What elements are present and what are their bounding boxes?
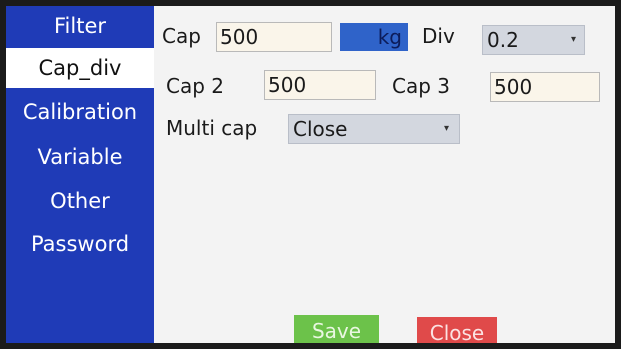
multi-cap-select-value: Close xyxy=(293,117,348,141)
close-button[interactable]: Close xyxy=(417,317,497,343)
sidebar-item-cap-div[interactable]: Cap_div xyxy=(6,48,154,88)
cap2-label: Cap 2 xyxy=(166,74,224,98)
chevron-down-icon: ▾ xyxy=(570,34,576,45)
sidebar-item-other[interactable]: Other xyxy=(6,181,154,221)
div-label: Div xyxy=(422,24,455,48)
save-button[interactable]: Save xyxy=(294,315,379,343)
sidebar-item-calibration[interactable]: Calibration xyxy=(6,92,154,132)
cap-unit-button[interactable]: kg xyxy=(340,23,408,51)
multi-cap-label: Multi cap xyxy=(166,116,258,140)
sidebar-item-variable[interactable]: Variable xyxy=(6,137,154,177)
div-select-value: 0.2 xyxy=(487,28,519,52)
hmi-screen: Filter Cap_div Calibration Variable Othe… xyxy=(6,6,615,343)
cap3-input[interactable]: 500 xyxy=(490,72,600,102)
sidebar-item-filter[interactable]: Filter xyxy=(6,6,154,46)
cap3-label: Cap 3 xyxy=(392,74,450,98)
cap2-input[interactable]: 500 xyxy=(264,70,376,100)
sidebar-item-password[interactable]: Password xyxy=(6,224,154,264)
multi-cap-select[interactable]: Close ▾ xyxy=(288,114,460,144)
cap-input[interactable]: 500 xyxy=(216,22,332,52)
settings-panel: Cap 500 kg Div 0.2 ▾ Cap 2 500 Cap 3 500… xyxy=(154,6,615,343)
chevron-down-icon: ▾ xyxy=(443,123,449,134)
cap-label: Cap xyxy=(162,24,201,48)
sidebar: Filter Cap_div Calibration Variable Othe… xyxy=(6,6,154,343)
div-select[interactable]: 0.2 ▾ xyxy=(482,25,585,55)
